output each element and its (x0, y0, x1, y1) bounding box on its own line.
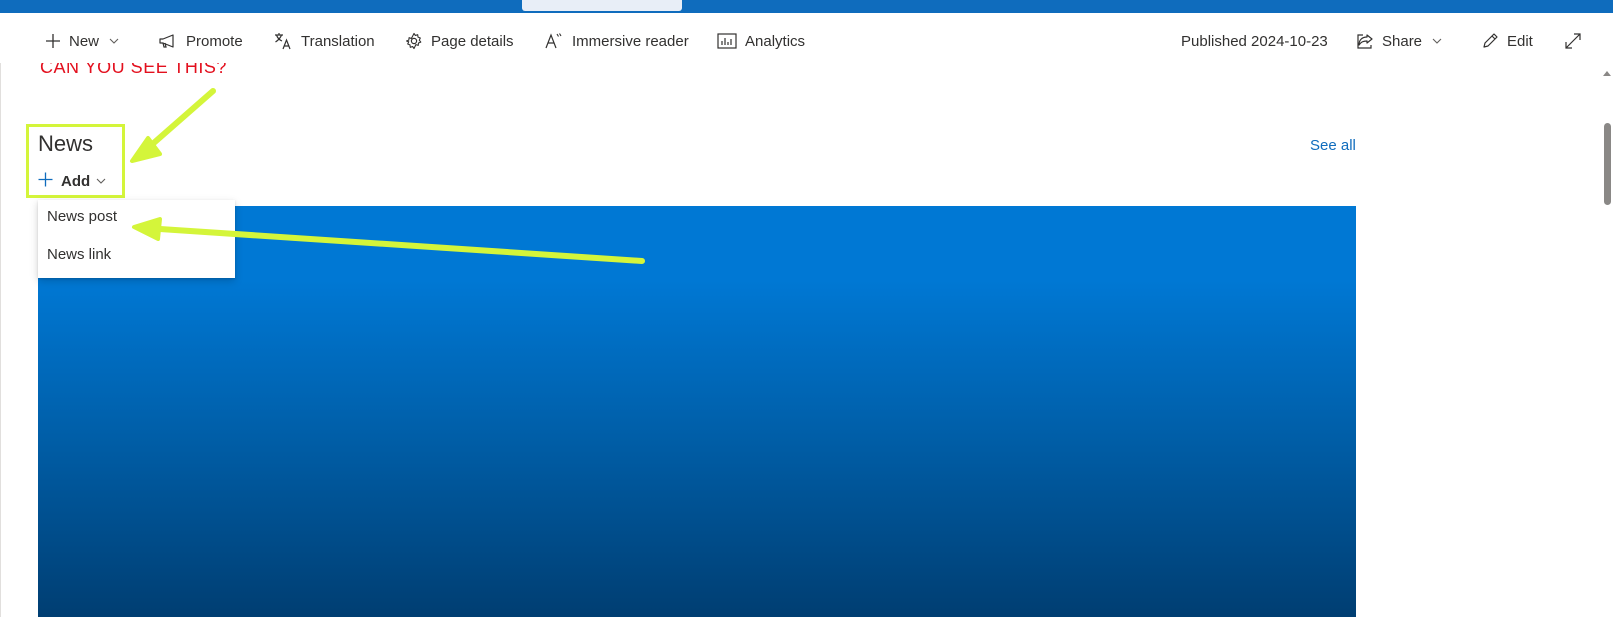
plus-icon (45, 33, 61, 49)
new-button[interactable]: New (45, 29, 119, 53)
share-button[interactable]: Share (1356, 29, 1442, 53)
pencil-icon (1481, 32, 1499, 50)
share-label: Share (1382, 32, 1423, 50)
gear-icon (405, 32, 423, 50)
immersive-reader-label: Immersive reader (572, 32, 689, 50)
promote-button[interactable]: Promote (158, 29, 243, 53)
chevron-down-icon (1432, 36, 1442, 46)
arrow-to-news-title (130, 88, 216, 163)
suite-bar (0, 0, 1613, 13)
search-box[interactable] (522, 0, 682, 11)
add-news-menu: News post News link (38, 200, 235, 278)
edit-button[interactable]: Edit (1481, 29, 1533, 53)
chevron-down-icon (96, 173, 106, 190)
page-details-label: Page details (431, 32, 514, 50)
add-label: Add (61, 172, 91, 190)
translate-icon (273, 32, 293, 50)
news-section-title: News (38, 131, 94, 156)
expand-button[interactable] (1564, 29, 1582, 53)
expand-icon (1564, 32, 1582, 50)
promote-label: Promote (186, 32, 243, 50)
command-bar: New Promote Translation Page details Imm… (0, 13, 1613, 67)
plus-icon (38, 172, 53, 191)
immersive-reader-button[interactable]: Immersive reader (544, 29, 689, 53)
published-date: Published 2024-10-23 (1181, 32, 1328, 50)
analytics-button[interactable]: Analytics (717, 29, 805, 53)
analytics-label: Analytics (745, 32, 806, 50)
news-hero-placeholder (38, 206, 1356, 617)
left-border (0, 13, 1, 617)
page-details-button[interactable]: Page details (405, 29, 514, 53)
immersive-reader-icon (544, 32, 564, 50)
edit-label: Edit (1507, 32, 1533, 50)
sharepoint-page: CAN YOU SEE THIS? New Promote Translatio… (0, 0, 1613, 617)
menu-item-news-post[interactable]: News post (47, 208, 117, 225)
megaphone-icon (158, 33, 178, 49)
scroll-up-arrow-icon[interactable] (1603, 71, 1611, 76)
share-icon (1356, 32, 1374, 50)
add-news-button[interactable]: Add (38, 170, 106, 192)
chevron-down-icon (109, 36, 119, 46)
see-all-link[interactable]: See all (1310, 137, 1356, 154)
translation-label: Translation (301, 32, 375, 50)
translation-button[interactable]: Translation (273, 29, 375, 53)
analytics-icon (717, 33, 737, 49)
new-label: New (69, 32, 100, 50)
scrollbar-thumb[interactable] (1604, 123, 1611, 205)
menu-item-news-link[interactable]: News link (47, 246, 111, 263)
